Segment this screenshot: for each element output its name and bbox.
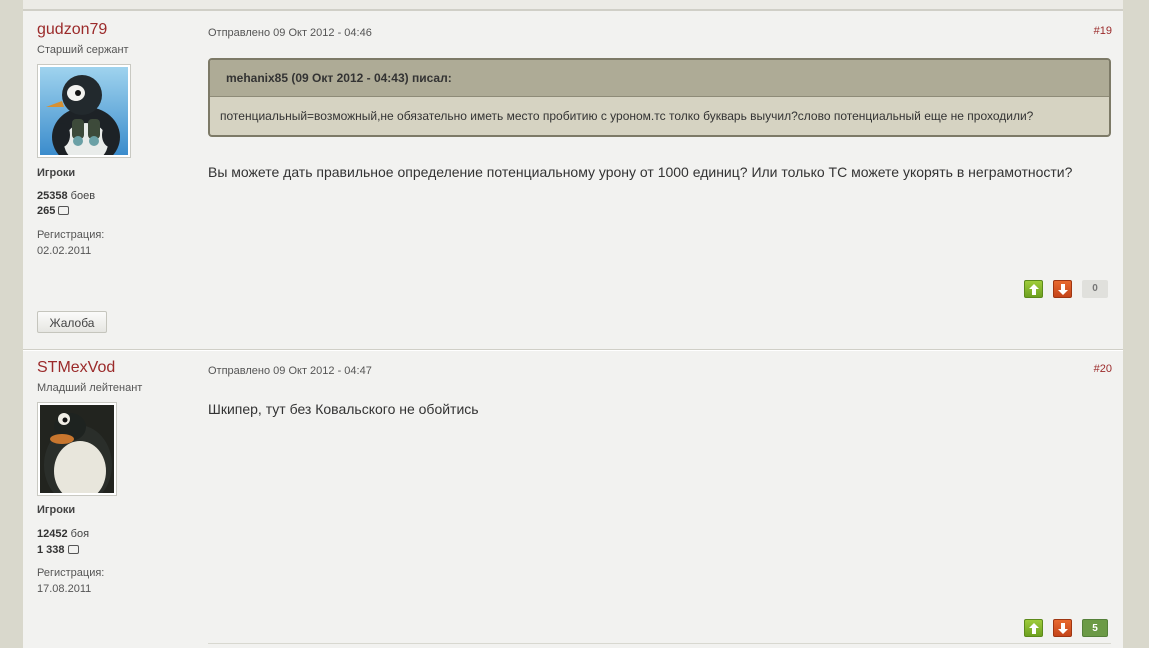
battles-label: боя [70, 528, 90, 540]
arrow-up-icon [1029, 284, 1039, 295]
quote-header: mehanix85 (09 Окт 2012 - 04:43) писал: [210, 60, 1109, 97]
registration-date: 17.08.2011 [37, 583, 92, 595]
registration-label: Регистрация: [37, 567, 105, 579]
topic-posts: gudzon79 Старший сержант Игроки 25358 бо… [23, 0, 1123, 648]
comment-icon [67, 544, 79, 554]
avatar[interactable] [37, 64, 131, 158]
quote-text: потенциальный=возможный,не обязательно и… [220, 109, 1034, 123]
posts-stat: 265 [37, 205, 70, 217]
comment-icon [58, 205, 70, 215]
author-name[interactable]: gudzon79 [37, 21, 107, 39]
quote-block: mehanix85 (09 Окт 2012 - 04:43) писал: п… [208, 58, 1111, 137]
posts-stat: 1 338 [37, 544, 79, 556]
vote-up-button[interactable] [1024, 280, 1043, 298]
member-group: Игроки [37, 167, 76, 179]
battles-count: 12452 [37, 528, 68, 540]
posts-count: 1 338 [37, 544, 65, 556]
author-rank: Старший сержант [37, 44, 129, 56]
battles-count: 25358 [37, 190, 68, 202]
author-rank: Младший лейтенант [37, 382, 143, 394]
post-19: gudzon79 Старший сержант Игроки 25358 бо… [23, 10, 1123, 350]
post-body: Вы можете дать правильное определение по… [208, 164, 1073, 180]
post-divider [208, 643, 1111, 644]
reputation-count: 0 [1082, 280, 1108, 298]
post-number-link[interactable]: #19 [1094, 25, 1112, 37]
battles-stat: 12452 боя [37, 528, 89, 540]
arrow-down-icon [1058, 284, 1068, 295]
registration-date: 02.02.2011 [37, 245, 92, 257]
avatar-image [40, 67, 128, 155]
post-date: Отправлено 09 Окт 2012 - 04:46 [208, 27, 372, 39]
post-20: STMexVod Младший лейтенант Игроки 12452 … [23, 350, 1123, 648]
vote-down-button[interactable] [1053, 280, 1072, 298]
arrow-up-icon [1029, 623, 1039, 634]
post-date: Отправлено 09 Окт 2012 - 04:47 [208, 365, 372, 377]
battles-label: боев [70, 190, 96, 202]
post-number-link[interactable]: #20 [1094, 363, 1112, 375]
avatar-image [40, 405, 114, 493]
reputation-count: 5 [1082, 619, 1108, 637]
battles-stat: 25358 боев [37, 190, 95, 202]
vote-up-button[interactable] [1024, 619, 1043, 637]
member-group: Игроки [37, 504, 76, 516]
avatar[interactable] [37, 402, 117, 496]
page-background-right [1123, 0, 1149, 648]
arrow-down-icon [1058, 623, 1068, 634]
vote-down-button[interactable] [1053, 619, 1072, 637]
post-body: Шкипер, тут без Ковальского не обойтись [208, 401, 479, 417]
report-button[interactable]: Жалоба [37, 311, 107, 333]
page-background-left [0, 0, 23, 648]
posts-count: 265 [37, 205, 56, 217]
registration-label: Регистрация: [37, 229, 105, 241]
author-name[interactable]: STMexVod [37, 359, 115, 377]
previous-post-edge [23, 0, 1123, 10]
